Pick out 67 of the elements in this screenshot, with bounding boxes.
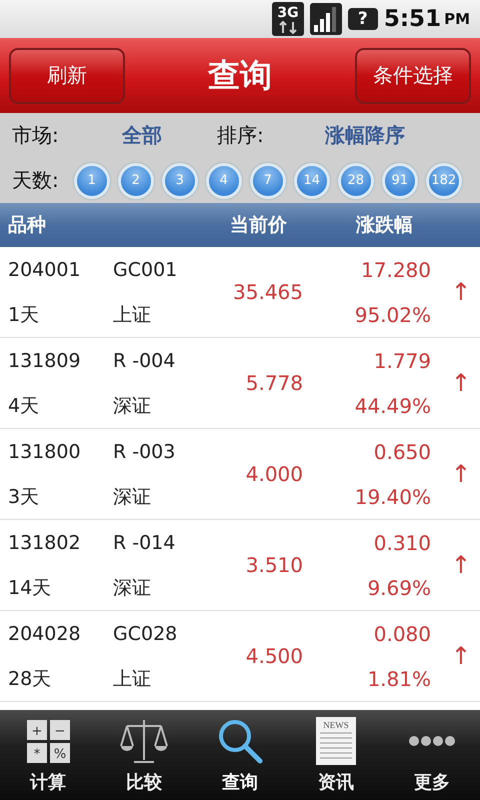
trend-arrow: ↑: [450, 551, 471, 579]
table-cell-text: 19.40%: [354, 484, 431, 508]
column-header: 当前价: [229, 213, 288, 238]
table-row[interactable]: 204001 GC001 1天 上证 35.465 17.280 95.02% ↑: [0, 247, 480, 338]
table-cell-text: 17.280: [360, 258, 431, 282]
table-cell-text: 3天: [8, 484, 40, 510]
battery-icon: ?: [348, 8, 378, 30]
table-cell-text: R -014: [113, 532, 176, 554]
table-cell-text: 1.779: [372, 348, 431, 372]
table-cell-text: 9.69%: [366, 576, 431, 600]
trend-arrow: ↑: [450, 642, 471, 670]
table-row[interactable]: 204028 GC028 28天 上证 4.500 0.080 1.81% ↑: [0, 611, 480, 702]
clock-period: PM: [444, 10, 470, 28]
table-cell-text: 204001: [8, 258, 82, 280]
trend-arrow: ↑: [450, 278, 471, 306]
table-cell-text: 131802: [8, 532, 82, 554]
table-cell-text: 1天: [8, 302, 40, 328]
table-row[interactable]: 131809 R -004 4天 深证 5.778 1.779 44.49% ↑: [0, 338, 480, 429]
tab-item[interactable]: 查询: [192, 710, 288, 800]
more-icon: [409, 736, 455, 746]
table-cell-text: 131800: [8, 440, 82, 462]
table-cell-text: 上证: [113, 666, 152, 692]
table-cell-text: GC001: [113, 258, 178, 280]
table-cell-text: 95.02%: [354, 302, 431, 326]
tab-item[interactable]: NEWS 资讯: [288, 710, 384, 800]
table-cell-text: 14天: [8, 576, 52, 600]
table-cell-text: 204028: [8, 622, 82, 644]
table-cell-text: 深证: [113, 394, 152, 418]
table-cell-text: 1.81%: [366, 666, 431, 690]
screen-title: 查询: [208, 54, 272, 96]
sort-label: 排序:: [217, 122, 265, 149]
table-cell-text: 44.49%: [354, 394, 431, 418]
column-header: 涨跌幅: [354, 213, 414, 238]
table-cell-text: 0.650: [372, 440, 431, 464]
network-icon: 3G: [272, 2, 304, 36]
table-row[interactable]: 131802 R -014 14天 深证 3.510 0.310 9.69% ↑: [0, 520, 480, 611]
table-cell-text: GC028: [113, 622, 178, 644]
days-label: 天数:: [12, 167, 59, 194]
sort-value[interactable]: 涨幅降序: [325, 122, 480, 149]
table-cell-text: R -004: [113, 350, 176, 372]
tab-item[interactable]: + − * % 计算: [0, 710, 96, 800]
signal-icon: [310, 3, 342, 35]
table-cell-text: 0.310: [372, 530, 431, 554]
table-cell-text: 4.500: [244, 644, 303, 668]
table-cell-text: 0.080: [372, 622, 431, 646]
trend-arrow: ↑: [450, 369, 471, 397]
table-cell-text: 5.778: [244, 371, 303, 395]
table-cell-text: 4.000: [244, 462, 303, 486]
table-cell-text: R -003: [113, 440, 176, 462]
table-cell-text: 35.465: [232, 280, 303, 304]
clock-time: 5:51: [384, 6, 442, 32]
table-cell-text: 4天: [8, 394, 40, 418]
tab-item[interactable]: 更多: [384, 710, 480, 800]
refresh-button[interactable]: 刷新: [9, 48, 125, 104]
table-cell-text: 上证: [113, 302, 152, 328]
column-header: 品种: [8, 213, 47, 238]
table-row[interactable]: 131800 R -003 3天 深证 4.000 0.650 19.40% ↑: [0, 429, 480, 520]
market-value[interactable]: 全部: [122, 122, 217, 149]
market-label: 市场:: [12, 122, 60, 149]
table-cell-text: 28天: [8, 666, 52, 692]
table-cell-text: 131809: [8, 350, 82, 372]
tab-item[interactable]: 比较: [96, 710, 192, 800]
filter-button[interactable]: 条件选择: [355, 48, 471, 104]
table-cell-text: 深证: [113, 484, 152, 510]
table-cell-text: 深证: [113, 576, 152, 600]
table-cell-text: 3.510: [244, 553, 303, 577]
trend-arrow: ↑: [450, 460, 471, 488]
